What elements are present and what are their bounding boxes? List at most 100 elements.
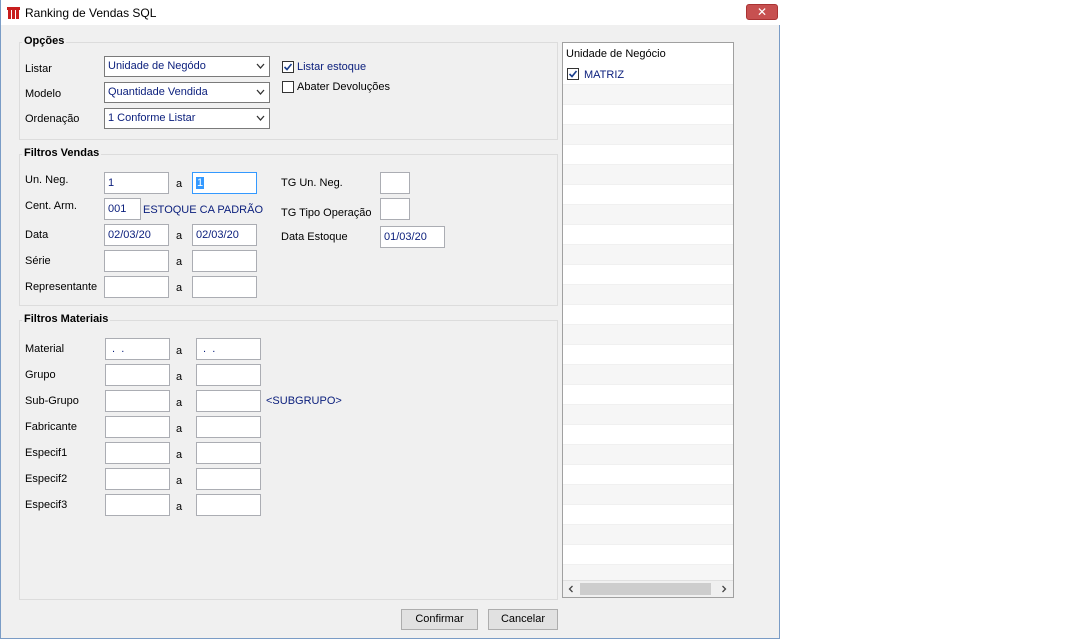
close-icon[interactable]: ✕ bbox=[757, 5, 767, 19]
especif1-from-input[interactable] bbox=[105, 442, 170, 464]
filtros-materiais-title: Filtros Materiais bbox=[22, 313, 111, 325]
list-empty-row bbox=[563, 285, 733, 305]
confirmar-button-label: Confirmar bbox=[415, 613, 464, 625]
tg-un-neg-label: TG Un. Neg. bbox=[281, 177, 343, 189]
list-item-label: MATRIZ bbox=[584, 69, 625, 81]
main-window: Ranking de Vendas SQL ✕ Opções Listar Un… bbox=[0, 0, 780, 639]
subgrupo-label: Sub-Grupo bbox=[25, 395, 79, 407]
cancelar-button-label: Cancelar bbox=[500, 613, 546, 625]
list-empty-row bbox=[563, 325, 733, 345]
chevron-down-icon bbox=[256, 63, 265, 69]
filtros-vendas-title: Filtros Vendas bbox=[22, 147, 102, 159]
scrollbar-thumb[interactable] bbox=[580, 583, 711, 595]
abater-devolucoes-label[interactable]: Abater Devoluções bbox=[297, 81, 390, 93]
list-empty-row bbox=[563, 485, 733, 505]
grupo-from-input[interactable] bbox=[105, 364, 170, 386]
grupo-to-input[interactable] bbox=[196, 364, 261, 386]
fabricante-to-input[interactable] bbox=[196, 416, 261, 438]
range-separator: a bbox=[176, 397, 183, 409]
especif1-label: Especif1 bbox=[25, 447, 68, 459]
chevron-down-icon bbox=[256, 89, 265, 95]
data-from-value: 02/03/20 bbox=[108, 229, 151, 241]
list-header: Unidade de Negócio bbox=[566, 48, 666, 60]
checkmark-icon bbox=[568, 70, 578, 78]
list-empty-row bbox=[563, 545, 733, 565]
cent-arm-label: Cent. Arm. bbox=[25, 200, 77, 212]
listar-select-value: Unidade de Negódo bbox=[108, 60, 206, 72]
un-neg-to-input[interactable]: 1 bbox=[192, 172, 257, 194]
window-title: Ranking de Vendas SQL bbox=[25, 6, 157, 20]
list-empty-row bbox=[563, 365, 733, 385]
serie-to-input[interactable] bbox=[192, 250, 257, 272]
especif2-from-input[interactable] bbox=[105, 468, 170, 490]
subgrupo-from-input[interactable] bbox=[105, 390, 170, 412]
range-separator: a bbox=[176, 230, 183, 242]
unidade-negocio-list[interactable]: Unidade de Negócio MATRIZ bbox=[562, 42, 734, 598]
list-empty-row bbox=[563, 165, 733, 185]
especif2-to-input[interactable] bbox=[196, 468, 261, 490]
range-separator: a bbox=[176, 501, 183, 513]
tg-tipo-operacao-input[interactable] bbox=[380, 198, 410, 220]
subgrupo-to-input[interactable] bbox=[196, 390, 261, 412]
list-item[interactable]: MATRIZ bbox=[563, 65, 733, 85]
range-separator: a bbox=[176, 371, 183, 383]
representante-to-input[interactable] bbox=[192, 276, 257, 298]
list-empty-row bbox=[563, 85, 733, 105]
data-to-input[interactable]: 02/03/20 bbox=[192, 224, 257, 246]
listar-estoque-checkbox[interactable] bbox=[282, 61, 294, 73]
opcoes-title: Opções bbox=[22, 35, 67, 47]
material-label: Material bbox=[25, 343, 65, 355]
range-separator: a bbox=[176, 475, 183, 487]
data-estoque-label: Data Estoque bbox=[281, 231, 348, 243]
range-separator: a bbox=[176, 423, 183, 435]
confirmar-button[interactable]: Confirmar bbox=[401, 609, 478, 630]
ordenacao-select[interactable]: 1 Conforme Listar bbox=[104, 108, 270, 129]
material-from-value: . . bbox=[109, 343, 125, 355]
data-to-value: 02/03/20 bbox=[196, 229, 239, 241]
list-empty-row bbox=[563, 245, 733, 265]
checkmark-icon bbox=[283, 63, 293, 71]
list-empty-row bbox=[563, 225, 733, 245]
serie-from-input[interactable] bbox=[104, 250, 169, 272]
title-bar: Ranking de Vendas SQL ✕ bbox=[1, 0, 780, 25]
modelo-label: Modelo bbox=[25, 88, 62, 100]
list-empty-row bbox=[563, 405, 733, 425]
grupo-label: Grupo bbox=[25, 369, 56, 381]
list-empty-row bbox=[563, 385, 733, 405]
un-neg-to-value: 1 bbox=[196, 177, 205, 189]
chevron-left-icon[interactable] bbox=[566, 584, 576, 594]
especif3-label: Especif3 bbox=[25, 499, 68, 511]
cent-arm-value: 001 bbox=[108, 203, 127, 215]
representante-label: Representante bbox=[25, 281, 98, 293]
cancelar-button[interactable]: Cancelar bbox=[488, 609, 558, 630]
modelo-select[interactable]: Quantidade Vendida bbox=[104, 82, 270, 103]
especif3-to-input[interactable] bbox=[196, 494, 261, 516]
list-empty-row bbox=[563, 465, 733, 485]
representante-from-input[interactable] bbox=[104, 276, 169, 298]
data-from-input[interactable]: 02/03/20 bbox=[104, 224, 169, 246]
cent-arm-description: ESTOQUE CA PADRÃO bbox=[143, 204, 264, 216]
cent-arm-input[interactable]: 001 bbox=[104, 198, 141, 220]
chevron-right-icon[interactable] bbox=[719, 584, 729, 594]
close-button[interactable]: ✕ bbox=[746, 4, 778, 20]
list-empty-row bbox=[563, 145, 733, 165]
data-estoque-input[interactable]: 01/03/20 bbox=[380, 226, 445, 248]
list-empty-row bbox=[563, 185, 733, 205]
range-separator: a bbox=[176, 449, 183, 461]
un-neg-from-input[interactable]: 1 bbox=[104, 172, 169, 194]
filtros-materiais-group: Filtros Materiais bbox=[19, 313, 558, 600]
list-empty-row bbox=[563, 425, 733, 445]
abater-devolucoes-checkbox[interactable] bbox=[282, 81, 294, 93]
especif1-to-input[interactable] bbox=[196, 442, 261, 464]
material-to-input[interactable]: . . bbox=[196, 338, 261, 360]
listar-select[interactable]: Unidade de Negódo bbox=[104, 56, 270, 77]
data-label: Data bbox=[25, 229, 49, 241]
especif2-label: Especif2 bbox=[25, 473, 68, 485]
horizontal-scrollbar[interactable] bbox=[563, 580, 733, 597]
listar-estoque-label[interactable]: Listar estoque bbox=[297, 61, 366, 73]
fabricante-from-input[interactable] bbox=[105, 416, 170, 438]
material-from-input[interactable]: . . bbox=[105, 338, 170, 360]
tg-un-neg-input[interactable] bbox=[380, 172, 410, 194]
matriz-checkbox[interactable] bbox=[567, 68, 579, 80]
especif3-from-input[interactable] bbox=[105, 494, 170, 516]
